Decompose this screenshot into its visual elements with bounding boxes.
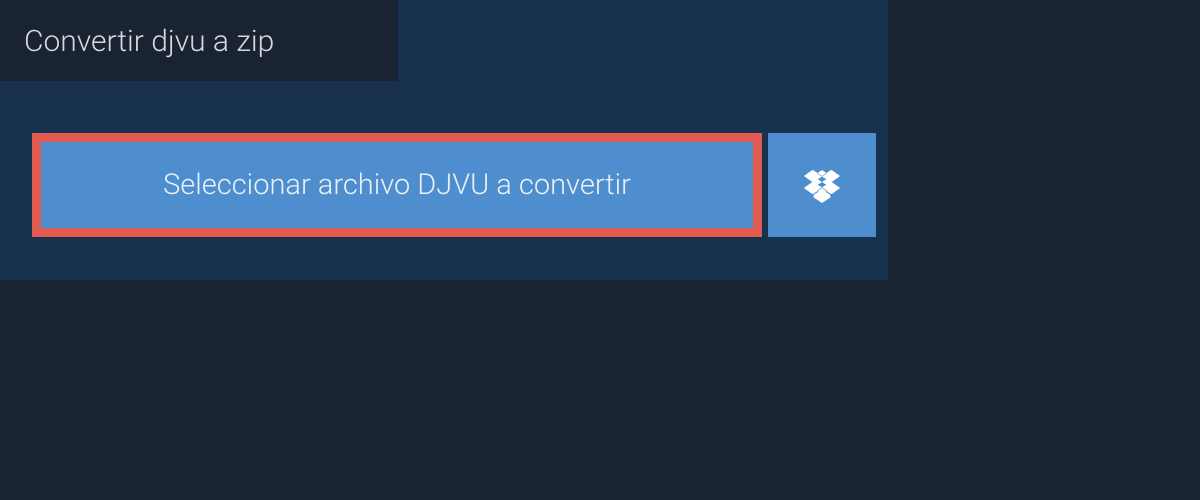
dropbox-button[interactable] [768,133,876,237]
converter-panel: Convertir djvu a zip Seleccionar archivo… [0,0,888,280]
tab-convert[interactable]: Convertir djvu a zip [0,0,398,81]
dropbox-icon [804,167,840,203]
select-file-button[interactable]: Seleccionar archivo DJVU a convertir [32,133,762,237]
select-file-button-label: Seleccionar archivo DJVU a convertir [163,168,631,202]
upload-area: Seleccionar archivo DJVU a convertir [32,133,888,237]
tab-label: Convertir djvu a zip [24,24,274,59]
